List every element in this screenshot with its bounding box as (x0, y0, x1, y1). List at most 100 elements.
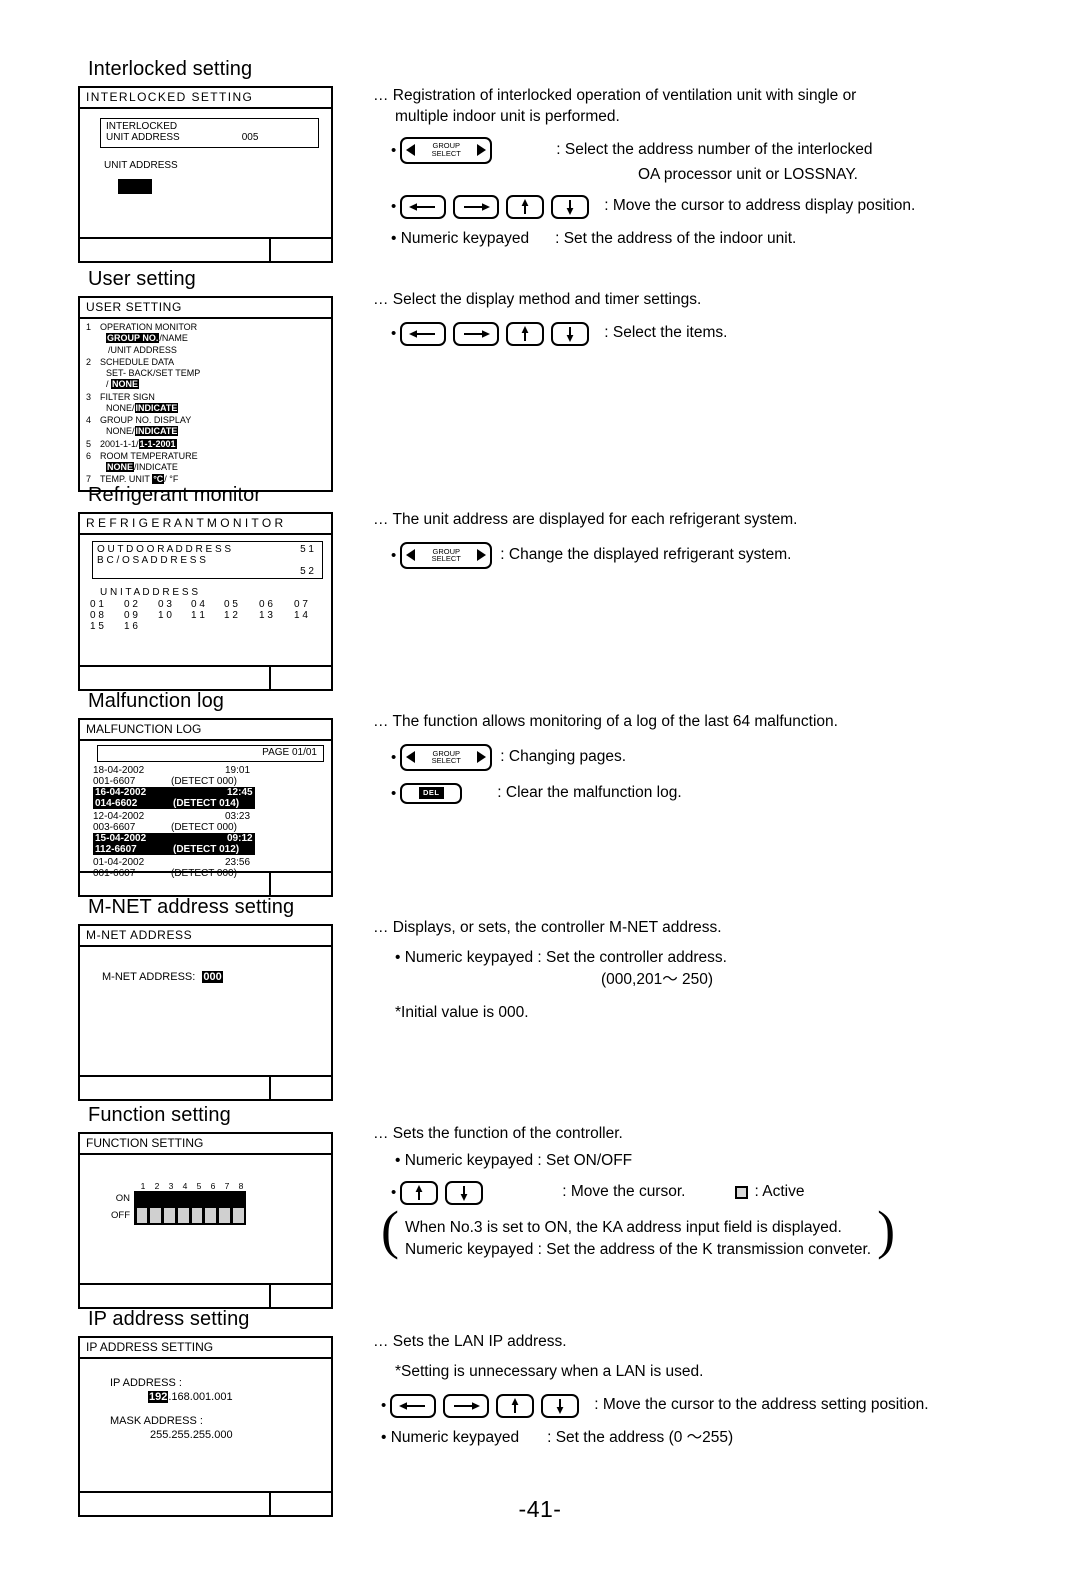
user-item-3[interactable]: 3 FILTER SIGN NONE/INDICATE (86, 392, 325, 415)
item-line1: ROOM TEMPERATURE (100, 450, 198, 461)
cursor-block[interactable] (118, 179, 152, 195)
delete-key[interactable]: DEL (400, 782, 463, 804)
section-title: User setting (88, 268, 196, 290)
unit-address-cell[interactable]: 1 1 (191, 610, 224, 621)
log-date: 18-04-2002 (93, 765, 145, 776)
log-entry-highlighted[interactable]: 16-04-2002 12:45 014-6602 (DETECT 014) (93, 787, 255, 809)
group-select-key[interactable]: GROUP SELECT (400, 136, 493, 164)
log-code: 112-6607 (95, 844, 137, 855)
outdoor-address-value: 5 1 (300, 544, 314, 555)
group-select-key[interactable]: GROUP SELECT (400, 743, 493, 771)
dip-number: 6 (210, 1181, 216, 1191)
arrow-down-key[interactable] (551, 194, 590, 219)
mask-address-value[interactable]: 255.255.255.000 (150, 1429, 323, 1441)
unit-address-cell[interactable]: 0 4 (191, 599, 224, 610)
lcd-title: USER SETTING (80, 298, 331, 319)
unit-address-cell[interactable]: 1 0 (158, 610, 191, 621)
item-number: 1 (86, 322, 92, 332)
log-time: 19:01 (225, 765, 251, 776)
bullet-text-1: : Select the items. (604, 324, 728, 342)
lcd-body: PAGE 01/01 18-04-2002 19:01 001-6607 (DETE… (80, 741, 331, 879)
dip-switch-4[interactable] (177, 1208, 189, 1223)
group-select-key[interactable]: GROUP SELECT (400, 541, 493, 569)
log-date: 16-04-2002 (95, 787, 147, 798)
unit-address-cell[interactable]: 0 5 (224, 599, 259, 610)
arrow-right-key[interactable] (443, 1393, 490, 1418)
footer-cell-left[interactable] (80, 1285, 271, 1307)
unit-address-cell[interactable]: 1 5 (90, 621, 124, 632)
interlocked-unit-address-box: INTERLOCKED UNIT ADDRESS 005 (100, 118, 319, 148)
footer-cell-left[interactable] (80, 239, 271, 261)
footer-cell-right[interactable] (271, 1077, 331, 1099)
dip-switch-widget[interactable]: 1 2 3 4 5 6 7 8 ON OFF (94, 1181, 329, 1225)
lcd-body: M-NET ADDRESS: 000 (80, 947, 331, 1075)
dip-switch-8[interactable] (232, 1208, 244, 1223)
user-item-5[interactable]: 5 2001-1-1/1-1-2001 (86, 438, 325, 450)
key-label-bottom: SELECT (431, 756, 461, 766)
arrow-right-icon (464, 330, 491, 338)
unit-address-cell[interactable]: 0 7 (294, 599, 324, 610)
arrow-up-key[interactable] (506, 321, 545, 346)
dip-switch-6[interactable] (205, 1208, 216, 1223)
arrow-right-key[interactable] (453, 321, 500, 346)
unit-address-cell[interactable]: 0 8 (90, 610, 124, 621)
footer-cell-right[interactable] (271, 239, 331, 261)
item-line1-plain: 2001-1-1/ (100, 438, 139, 449)
unit-address-cell[interactable]: 1 6 (124, 621, 158, 632)
log-entry[interactable]: 01-04-2002 23:56 001-6607 (DETECT 000) (93, 857, 326, 879)
lcd-panel-interlocked: INTERLOCKED SETTING INTERLOCKED UNIT ADD… (78, 86, 333, 263)
footer-cell-left[interactable] (80, 667, 271, 689)
unit-address-cell[interactable]: 1 4 (294, 610, 324, 621)
arrow-right-key[interactable] (453, 194, 500, 219)
lcd-footer (80, 1283, 331, 1307)
item-line2-pre: NONE/ (106, 402, 135, 413)
user-item-2[interactable]: 2 SCHEDULE DATA SET- BACK/SET TEMP / NON… (86, 357, 325, 391)
unit-address-cell[interactable]: 1 2 (224, 610, 259, 621)
arrow-down-key[interactable] (445, 1180, 484, 1205)
bullet-dot: • (391, 141, 397, 159)
bullet-dot: • (391, 198, 397, 216)
arrow-up-key[interactable] (400, 1180, 439, 1205)
log-entry-highlighted[interactable]: 15-04-2002 09:12 112-6607 (DETECT 012) (93, 833, 255, 855)
unit-address-cell[interactable]: 0 9 (124, 610, 158, 621)
unit-address-cell[interactable]: 0 6 (259, 599, 294, 610)
dip-switch-1[interactable] (136, 1208, 148, 1223)
mnet-address-row[interactable]: M-NET ADDRESS: 000 (102, 971, 323, 983)
dip-number: 7 (224, 1181, 230, 1191)
ip-address-value-row[interactable]: 192.168.001.001 (148, 1391, 323, 1403)
lcd-panel-refrigerant: R E F R I G E R A N T M O N I T O R O U … (78, 512, 333, 691)
arrow-left-key[interactable] (390, 1393, 437, 1418)
bcos-address-value: 5 2 (300, 566, 314, 577)
item-line1: GROUP NO. DISPLAY (100, 415, 192, 425)
log-entry[interactable]: 18-04-2002 19:01 001-6607 (DETECT 000) (93, 765, 326, 787)
section-title: M-NET address setting (88, 896, 295, 918)
dip-switch-5[interactable] (191, 1208, 203, 1223)
lcd-title: INTERLOCKED SETTING (80, 88, 331, 109)
bullet-numeric-keypad: • Numeric keypayed : Set the address of … (373, 229, 1033, 250)
footer-cell-right[interactable] (271, 1285, 331, 1307)
item-line3: /UNIT ADDRESS (108, 344, 177, 355)
footer-cell-left[interactable] (80, 1077, 271, 1099)
log-time: 03:23 (225, 811, 251, 822)
arrow-left-key[interactable] (400, 194, 447, 219)
bullet-arrow-keys: • : Select the items. (373, 321, 1033, 346)
user-item-6[interactable]: 6 ROOM TEMPERATURE NONE/INDICATE (86, 451, 325, 474)
unit-address-cell[interactable]: 0 2 (124, 599, 158, 610)
user-item-1[interactable]: 1 OPERATION MONITOR GROUP NO./NAME /UNIT… (86, 322, 325, 356)
arrow-up-key[interactable] (496, 1393, 535, 1418)
desc-line-keypad: • Numeric keypayed : Set ON/OFF (395, 1151, 633, 1169)
lcd-title: IP ADDRESS SETTING (80, 1338, 331, 1359)
dip-switch-2[interactable] (150, 1208, 161, 1223)
arrow-down-key[interactable] (551, 321, 590, 346)
arrow-left-key[interactable] (400, 321, 447, 346)
arrow-down-key[interactable] (541, 1393, 580, 1418)
log-entry[interactable]: 12-04-2002 03:23 003-6607 (DETECT 000) (93, 811, 326, 833)
user-item-4[interactable]: 4 GROUP NO. DISPLAY NONE/INDICATE (86, 415, 325, 438)
unit-address-cell[interactable]: 0 1 (90, 599, 124, 610)
unit-address-cell[interactable]: 1 3 (259, 610, 294, 621)
dip-switch-7[interactable] (219, 1208, 230, 1223)
dip-switch-3[interactable] (164, 1208, 175, 1223)
unit-address-cell[interactable]: 0 3 (158, 599, 191, 610)
footer-cell-right[interactable] (271, 667, 331, 689)
arrow-up-key[interactable] (506, 194, 545, 219)
